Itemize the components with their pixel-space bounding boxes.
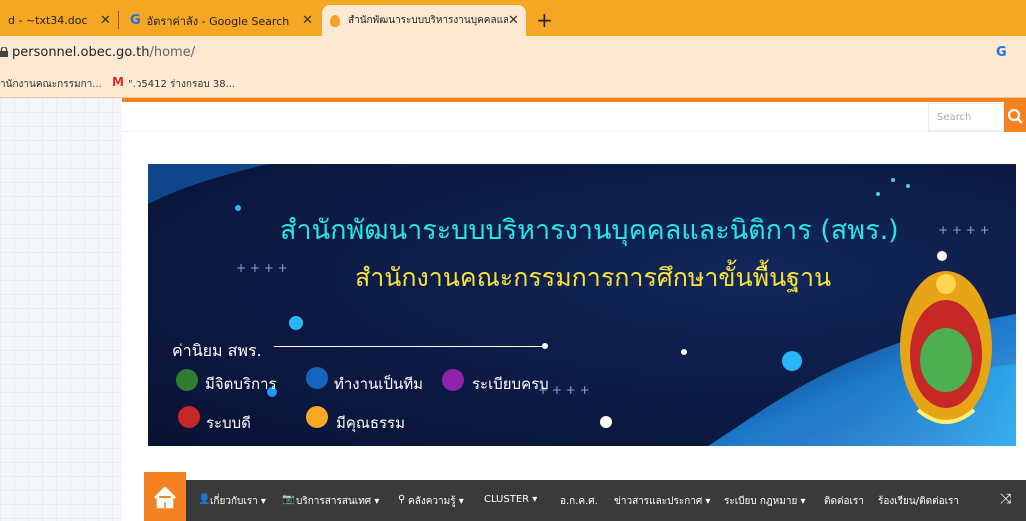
address-bar[interactable]: personnel.obec.go.th/home/ G <box>0 36 1026 70</box>
close-icon[interactable]: ✕ <box>100 13 111 28</box>
tab-label: อัตราค่าลัง - Google Search <box>146 14 290 28</box>
value-label: มีจิตบริการ <box>205 375 277 393</box>
tab-label: สำนักพัฒนาระบบบริหารงานบุคคลและนิ <box>348 15 508 26</box>
teamwork-icon <box>306 367 328 389</box>
nav-info-services[interactable]: บริการสารสนเทศ ▾ <box>296 494 379 509</box>
bookmark-item[interactable]: ำนักงานคณะกรรมกา... <box>0 77 102 92</box>
good-system-icon <box>178 406 200 428</box>
tab-separator <box>118 11 119 29</box>
tab-label: d - ~txt34.doc <box>8 14 88 27</box>
values-divider <box>274 346 544 347</box>
nav-regulations[interactable]: ระเบียบ กฎหมาย ▾ <box>724 494 806 509</box>
nav-complaint[interactable]: ร้องเรียน/ติดต่อเรา <box>878 494 959 509</box>
home-button[interactable] <box>144 472 186 521</box>
banner-title-main: สำนักพัฒนาระบบบริหารงานบุคคลและนิติการ (… <box>280 215 899 246</box>
nav-news[interactable]: ข่าวสารและประกาศ ▾ <box>614 494 710 509</box>
site-favicon-icon <box>330 14 340 27</box>
value-label: ระเบียบครบ <box>472 375 549 393</box>
service-mind-icon <box>176 369 198 391</box>
tab-active[interactable]: สำนักพัฒนาระบบบริหารงานบุคคลและนิ ✕ <box>322 5 526 36</box>
discipline-icon <box>442 369 464 391</box>
value-label: มีคุณธรรม <box>336 414 405 432</box>
bookmark-item[interactable]: ".ว5412 ร่างกรอบ 38... <box>128 77 235 92</box>
morality-icon <box>306 406 328 428</box>
top-strip <box>122 102 1026 132</box>
nav-about[interactable]: เกี่ยวกับเรา ▾ <box>210 494 266 509</box>
lock-icon <box>0 47 8 57</box>
pin-icon: ⚲ <box>398 494 406 505</box>
nav-cluster[interactable]: CLUSTER ▾ <box>484 494 537 505</box>
url-path: /home/ <box>149 45 196 60</box>
search-icon <box>1007 108 1023 124</box>
google-icon: G <box>130 13 141 28</box>
search-input[interactable]: Search <box>928 103 1004 131</box>
url-host: personnel.obec.go.th <box>12 45 150 60</box>
nav-contact[interactable]: ติดต่อเรา <box>824 494 864 509</box>
nav-akks[interactable]: อ.ก.ค.ศ. <box>560 494 598 509</box>
banner-decoration: + + + + + + + + + + + + <box>148 164 1016 446</box>
values-heading: ค่านิยม สพร. <box>172 341 262 360</box>
bookmarks-bar: ำนักงานคณะกรรมกา... M ".ว5412 ร่างกรอบ 3… <box>0 70 1026 98</box>
value-label: ทำงานเป็นทีม <box>334 375 423 393</box>
tab-google[interactable]: G อัตราค่าลัง - Google Search ✕ <box>122 5 322 36</box>
values-divider-dot <box>542 343 548 349</box>
user-icon: 👤 <box>198 494 211 505</box>
obec-emblem-icon <box>900 271 992 424</box>
home-icon <box>154 486 176 509</box>
background-pattern <box>0 98 122 521</box>
svg-text:+ + + +: + + + + <box>938 223 990 237</box>
hero-banner: + + + + + + + + + + + + <box>148 164 1016 446</box>
google-icon[interactable]: G <box>996 45 1007 60</box>
gmail-icon: M <box>112 75 124 89</box>
banner-title-sub: สำนักงานคณะกรรมการการศึกษาขั้นพื้นฐาน <box>355 263 832 292</box>
shuffle-icon[interactable]: ⤨ <box>1000 491 1011 507</box>
value-label: ระบบดี <box>206 414 251 432</box>
svg-text:+ + + +: + + + + <box>236 261 288 275</box>
tab-doc[interactable]: d - ~txt34.doc ✕ <box>0 5 118 36</box>
nav-knowledge[interactable]: คลังความรู้ ▾ <box>408 494 464 509</box>
search-button[interactable] <box>1004 102 1026 132</box>
new-tab-button[interactable]: + <box>536 8 553 32</box>
url-text[interactable]: personnel.obec.go.th/home/ <box>12 45 195 60</box>
close-icon[interactable]: ✕ <box>302 13 313 28</box>
browser-tab-bar: d - ~txt34.doc ✕ G อัตราค่าลัง - Google … <box>0 0 1026 36</box>
close-icon[interactable]: ✕ <box>508 13 519 28</box>
camera-icon: 📷 <box>282 494 295 505</box>
